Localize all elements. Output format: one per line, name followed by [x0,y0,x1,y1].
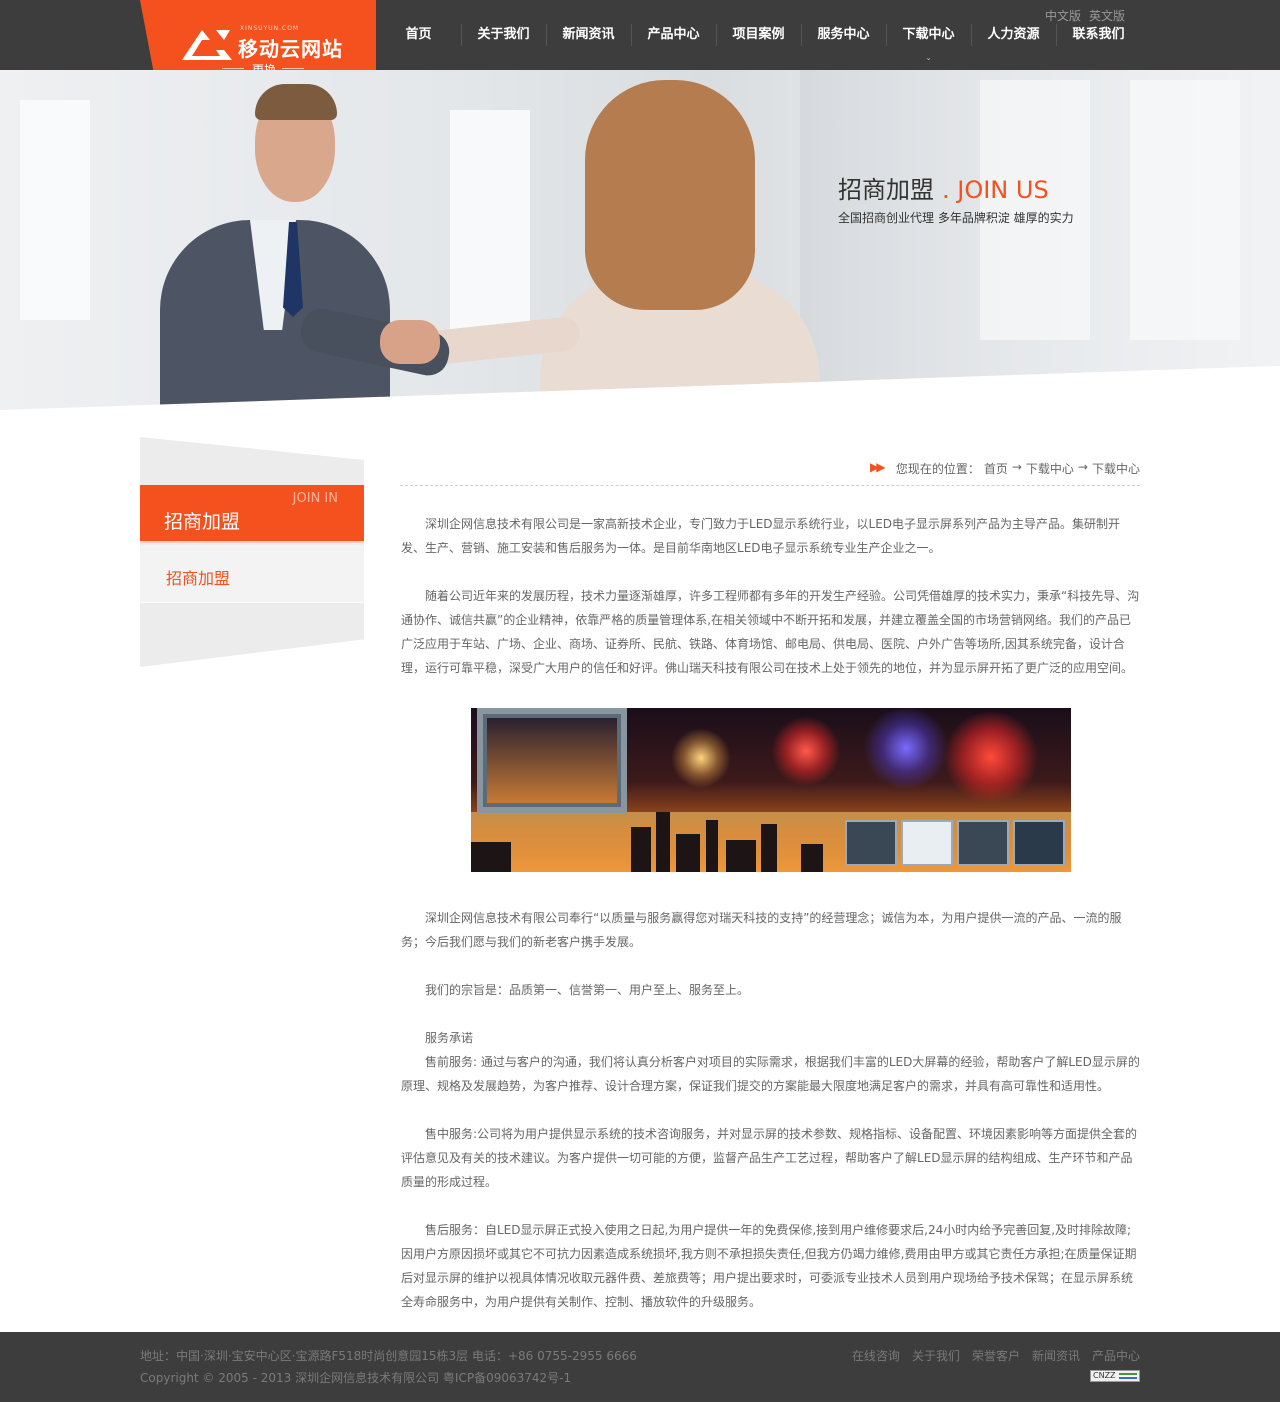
footer-address: 地址：中国·深圳·宝安中心区·宝源路F518时尚创意园15栋3层 电话：+86 … [140,1349,637,1363]
firework [941,712,1041,802]
nav-about[interactable]: 关于我们 [461,0,546,70]
window-decor [450,110,530,340]
article-paragraph: 售前服务: 通过与客户的沟通，我们将认真分析客户对项目的实际需求，根据我们丰富的… [401,1055,1140,1093]
chevron-down-icon: ⌄ [925,54,932,62]
nav-download-label: 下载中心 [902,27,955,42]
cnzz-badge-label: CNZZ [1093,1371,1116,1380]
building [631,827,651,872]
sidebar-header-en: JOIN IN [292,491,338,506]
article-paragraph: 随着公司近年来的发展历程，技术力量逐渐雄厚，许多工程师都有多年的开发生产经验。公… [401,589,1140,675]
article-body: 深圳企网信息技术有限公司是一家高新技术企业，专门致力于LED显示系统行业，以LE… [401,512,1141,1314]
building [706,820,718,872]
logo-domain: XINSUYUN.COM [240,25,300,32]
firework [861,708,951,788]
billboard [477,708,627,813]
footer-link-news[interactable]: 新闻资讯 [1032,1347,1080,1364]
banner-title-cn: 招商加盟 [838,176,934,204]
firework [671,728,731,788]
window-decor [20,100,90,320]
logo-house-icon [182,30,232,60]
sidebar-header-title: 招商加盟 [164,511,241,533]
main-nav: 首页 关于我们 新闻资讯 产品中心 项目案例 服务中心 下载中心 ⌄ 人力资源 联… [376,0,1141,70]
sidebar-item-join[interactable]: 招商加盟 [140,545,364,603]
building [726,840,756,872]
article-paragraph: 我们的宗旨是：品质第一、信誉第一、用户至上、服务至上。 [425,983,750,997]
page-footer: 地址：中国·深圳·宝安中心区·宝源路F518时尚创意园15栋3层 电话：+86 … [0,1332,1280,1402]
sidebar-item-label[interactable]: 招商加盟 [166,565,230,589]
logo-divider-left [222,68,244,69]
double-chevron-right-icon: ▶▶ [870,460,886,474]
breadcrumb-sep: → [1011,460,1022,474]
breadcrumb-trail: 您现在的位置： 首页 → 下载中心 → 下载中心 [896,460,1140,477]
article-paragraph: 售中服务:公司将为用户提供显示系统的技术咨询服务，并对显示屏的技术参数、规格指标… [401,1127,1138,1189]
article-paragraph: 深圳企网信息技术有限公司奉行“以质量与服务赢得您对瑞天科技的支持”的经营理念；诚… [401,911,1122,949]
building [801,844,823,872]
cnzz-badge[interactable]: CNZZ [1090,1370,1140,1382]
building [471,842,511,872]
lang-chinese[interactable]: 中文版 [1045,7,1081,24]
firework [771,716,841,786]
building [656,812,670,872]
footer-copyright: Copyright © 2005 - 2013 深圳企网信息技术有限公司 粤IC… [140,1371,572,1385]
article-paragraph: 深圳企网信息技术有限公司是一家高新技术企业，专门致力于LED显示系统行业，以LE… [401,517,1121,555]
nav-hr[interactable]: 人力资源 [971,0,1056,70]
sidebar-header: JOIN IN 招商加盟 [140,485,364,543]
led-display-image [471,708,1071,872]
logo-divider-right [282,68,304,69]
footer-link-consult[interactable]: 在线咨询 [852,1347,900,1364]
article-subheading: 服务承诺 [425,1031,474,1045]
building [761,824,777,872]
nav-service[interactable]: 服务中心 [801,0,886,70]
cnzz-bar-icon [1119,1373,1137,1379]
footer-link-clients[interactable]: 荣誉客户 [972,1347,1020,1364]
nav-home[interactable]: 首页 [376,0,461,70]
nav-news[interactable]: 新闻资讯 [546,0,631,70]
breadcrumb-download[interactable]: 下载中心 [1026,460,1074,477]
language-switch: 中文版 英文版 [1045,7,1125,24]
breadcrumb: ▶▶ 您现在的位置： 首页 → 下载中心 → 下载中心 [400,458,1140,486]
screen-products [845,820,1065,866]
banner-subtitle: 全国招商创业代理 多年品牌积淀 雄厚的实力 [838,211,1074,225]
footer-links: 在线咨询 关于我们 荣誉客户 新闻资讯 产品中心 [852,1347,1140,1364]
breadcrumb-current[interactable]: 下载中心 [1092,460,1140,477]
breadcrumb-prefix: 您现在的位置： [895,462,980,476]
footer-link-products[interactable]: 产品中心 [1092,1347,1140,1364]
breadcrumb-home[interactable]: 首页 [984,460,1008,477]
hero-banner: 招商加盟 . JOIN US 全国招商创业代理 多年品牌积淀 雄厚的实力 [0,70,1280,410]
banner-title: 招商加盟 . JOIN US [838,170,1049,205]
lang-english[interactable]: 英文版 [1089,7,1125,24]
building [676,834,700,872]
window-decor [1130,80,1240,340]
nav-products[interactable]: 产品中心 [631,0,716,70]
article-paragraph: 售后服务：自LED显示屏正式投入使用之日起,为用户提供一年的免费保修,接到用户维… [401,1223,1137,1309]
breadcrumb-sep: → [1077,460,1088,474]
nav-cases[interactable]: 项目案例 [716,0,801,70]
banner-title-en: . JOIN US [942,176,1049,204]
handshake [380,320,440,364]
man-hair [255,84,337,120]
footer-link-about[interactable]: 关于我们 [912,1347,960,1364]
nav-download[interactable]: 下载中心 ⌄ [886,0,971,70]
logo-text[interactable]: 移动云网站 [238,33,343,62]
woman-hair [585,80,755,310]
